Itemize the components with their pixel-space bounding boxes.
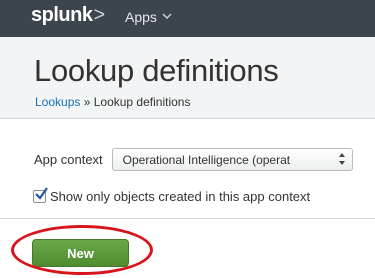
apps-menu-label: Apps [125,9,157,25]
splunk-logo[interactable]: splunk> [31,4,105,27]
app-context-value: Operational Intelligence (operat [122,152,291,167]
show-only-row: Show only objects created in this app co… [33,187,311,205]
apps-menu[interactable]: Apps [125,9,172,25]
app-context-label: App context [34,152,103,167]
select-arrows-icon [338,152,346,166]
app-context-select[interactable]: Operational Intelligence (operat [111,148,353,171]
show-only-checkbox[interactable] [33,187,48,205]
show-only-label: Show only objects created in this app co… [50,189,311,204]
page-title: Lookup definitions [34,53,279,88]
breadcrumb-current: Lookup definitions [93,95,191,109]
logo-text: splunk [31,4,93,26]
breadcrumb: Lookups » Lookup definitions [35,95,190,109]
top-navigation-bar: splunk> Apps [0,0,375,37]
breadcrumb-separator: » [80,95,94,109]
app-context-row: App context Operational Intelligence (op… [34,148,353,171]
checkmark-icon [35,187,48,205]
chevron-down-icon [162,11,172,23]
logo-chevron: > [93,4,105,26]
new-button-label: New [67,245,94,261]
divider [0,218,375,219]
breadcrumb-link-lookups[interactable]: Lookups [35,95,80,109]
page-header: Lookup definitions Lookups » Lookup defi… [0,37,375,119]
new-button[interactable]: New [32,239,129,267]
